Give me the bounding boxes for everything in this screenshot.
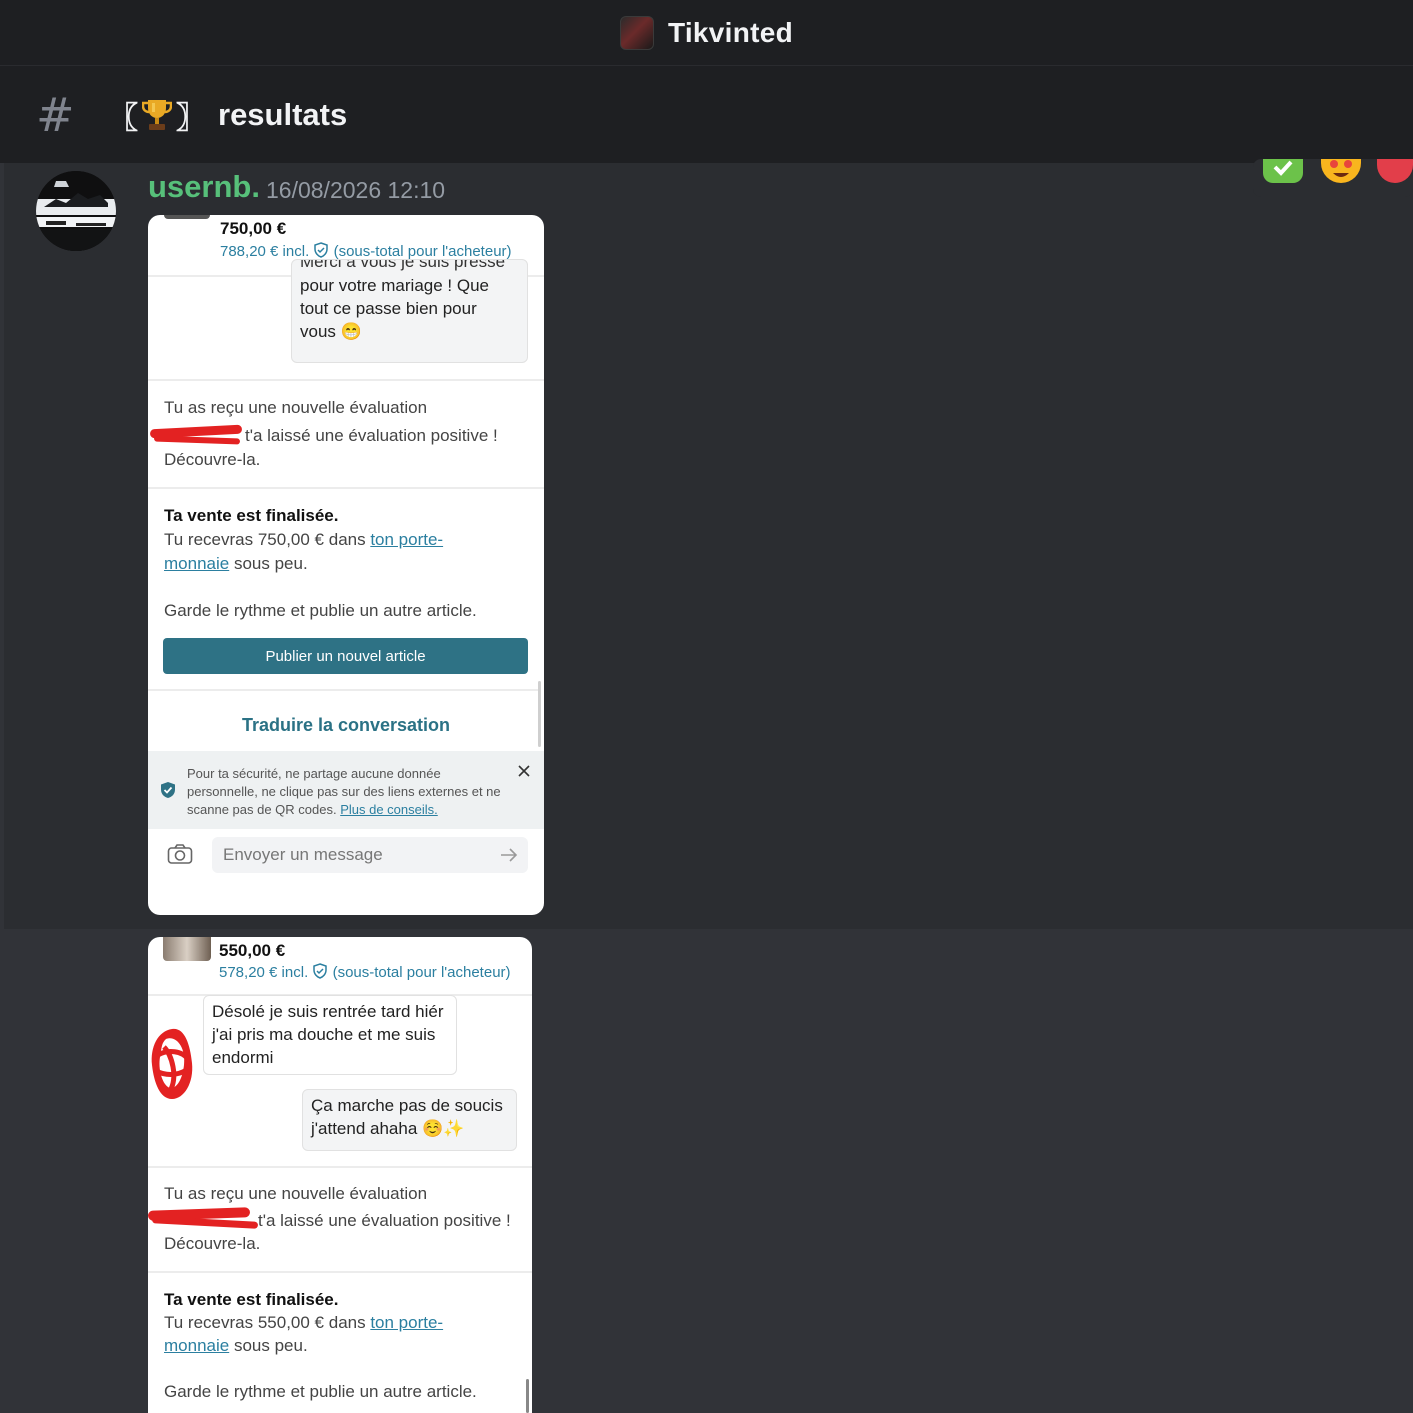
divider <box>148 1271 532 1273</box>
divider <box>148 689 538 691</box>
check-icon <box>1273 160 1293 176</box>
heart-reaction[interactable] <box>1377 159 1413 183</box>
message-input[interactable]: Envoyer un message <box>212 837 528 873</box>
heart-eyes-reaction[interactable] <box>1321 159 1361 183</box>
message-username[interactable]: usernb. <box>148 169 260 205</box>
keep-going-text: Garde le rythme et publie un autre artic… <box>164 1382 477 1401</box>
shield-check-icon <box>313 963 328 979</box>
bubble-line: tout ce passe bien pour <box>300 299 477 318</box>
redaction-scribble <box>151 1028 193 1099</box>
reaction-bar <box>1253 159 1413 197</box>
channel-name: resultats <box>218 96 348 132</box>
server-name[interactable]: Tikvinted <box>668 17 793 49</box>
wallet-link[interactable]: monnaie <box>164 554 229 573</box>
subtotal-note: (sous-total pour l'acheteur) <box>332 964 511 981</box>
wallet-link[interactable]: ton porte- <box>370 1313 443 1332</box>
channel-header: # 〖 〗 resultats <box>0 66 1413 163</box>
message-bubble: Merci à vous je suis pressé pour votre m… <box>291 259 528 363</box>
divider <box>148 1166 532 1168</box>
item-thumbnail <box>164 215 210 219</box>
message-bubble-received: Désolé je suis rentrée tard hiér j'ai pr… <box>203 995 457 1075</box>
item-thumbnail <box>163 937 211 961</box>
wallet-link[interactable]: ton porte- <box>370 530 443 549</box>
eval-title: Tu as reçu une nouvelle évaluation <box>164 398 428 417</box>
sale-line-2: monnaie sous peu. <box>164 1336 308 1356</box>
eval-cta[interactable]: Découvre-la. <box>164 450 260 470</box>
sale-text: sous peu. <box>229 554 308 573</box>
security-banner: Pour ta sécurité, ne partage aucune donn… <box>148 751 544 829</box>
attachment-image-1[interactable]: 750,00 € 788,20 € incl. (sous-total pour… <box>148 215 544 915</box>
publish-button[interactable]: Publier un nouvel article <box>163 638 528 674</box>
divider <box>148 379 544 381</box>
heart-eyes-icon <box>1330 160 1352 177</box>
sale-line-2: monnaie sous peu. <box>164 554 308 574</box>
subtotal-value: 788,20 € incl. <box>220 243 310 260</box>
bubble-line: vous 😁 <box>300 322 362 341</box>
message-bubble-sent: Ça marche pas de soucis j'attend ahaha ☺… <box>302 1089 517 1151</box>
sale-text: sous peu. <box>229 1336 308 1355</box>
item-subtotal: 578,20 € incl. (sous-total pour l'achete… <box>219 963 511 981</box>
close-icon[interactable] <box>518 765 530 777</box>
item-price: 550,00 € <box>219 941 286 960</box>
shield-icon <box>161 782 175 798</box>
redaction-scribble <box>151 1216 259 1229</box>
channel-title: 〖 〗 <box>108 93 206 137</box>
sale-text: Tu recevras 550,00 € dans <box>164 1313 371 1332</box>
security-more-link[interactable]: Plus de conseils. <box>340 802 438 817</box>
trophy-icon <box>142 99 172 130</box>
bracket-right: 〗 <box>176 101 206 135</box>
item-price: 750,00 € <box>220 219 287 238</box>
security-text: Pour ta sécurité, ne partage aucune donn… <box>187 765 507 819</box>
bubble-line: j'ai pris ma douche et me suis <box>212 1025 436 1044</box>
message-timestamp: 16/08/2026 12:10 <box>266 177 446 203</box>
sale-line-1: Tu recevras 750,00 € dans ton porte- <box>164 530 443 550</box>
avatar[interactable] <box>36 171 116 251</box>
send-arrow-icon[interactable] <box>500 848 518 862</box>
subtotal-note: (sous-total pour l'acheteur) <box>333 243 512 260</box>
message-list[interactable]: usernb. 16/08/2026 12:10 750,00 € 788,20… <box>0 159 1413 1413</box>
sale-title: Ta vente est finalisée. <box>164 506 339 525</box>
channel-hash-icon: # <box>36 87 75 142</box>
eval-title: Tu as reçu une nouvelle évaluation <box>164 1184 428 1203</box>
sale-line-1: Tu recevras 550,00 € dans ton porte- <box>164 1313 443 1333</box>
bubble-line: Ça marche pas de soucis <box>311 1096 503 1115</box>
keep-going-text: Garde le rythme et publie un autre artic… <box>164 601 477 620</box>
check-mark-reaction[interactable] <box>1263 159 1303 183</box>
eval-cta[interactable]: Découvre-la. <box>164 1234 260 1254</box>
attachment-image-2[interactable]: 550,00 € 578,20 € incl. (sous-total pour… <box>148 937 532 1413</box>
eval-line: t'a laissé une évaluation positive ! <box>258 1211 511 1230</box>
scrollbar[interactable] <box>538 681 541 747</box>
bubble-line: j'attend ahaha ☺️✨ <box>311 1119 465 1138</box>
translate-link[interactable]: Traduire la conversation <box>148 715 544 736</box>
server-icon[interactable] <box>619 15 654 50</box>
sale-title: Ta vente est finalisée. <box>164 1290 339 1309</box>
camera-icon[interactable] <box>167 843 193 865</box>
bubble-line: endormi <box>212 1048 274 1067</box>
bubble-line: pour votre mariage ! Que <box>300 276 489 295</box>
redaction-scribble <box>153 435 241 445</box>
sale-text: Tu recevras 750,00 € dans <box>164 530 371 549</box>
avatar-image <box>36 171 116 251</box>
bubble-line: Désolé je suis rentrée tard hiér <box>212 1002 444 1021</box>
subtotal-value: 578,20 € incl. <box>219 964 309 981</box>
divider <box>148 487 544 489</box>
bracket-left: 〖 <box>108 101 138 135</box>
scrollbar[interactable] <box>526 1379 529 1413</box>
eval-line: t'a laissé une évaluation positive ! <box>245 426 498 445</box>
server-header: Tikvinted <box>0 0 1413 66</box>
item-subtotal: 788,20 € incl. (sous-total pour l'achete… <box>220 242 512 260</box>
bubble-line-cut: Merci à vous je suis pressé <box>300 260 506 271</box>
wallet-link[interactable]: monnaie <box>164 1336 229 1355</box>
shield-check-icon <box>314 242 329 258</box>
